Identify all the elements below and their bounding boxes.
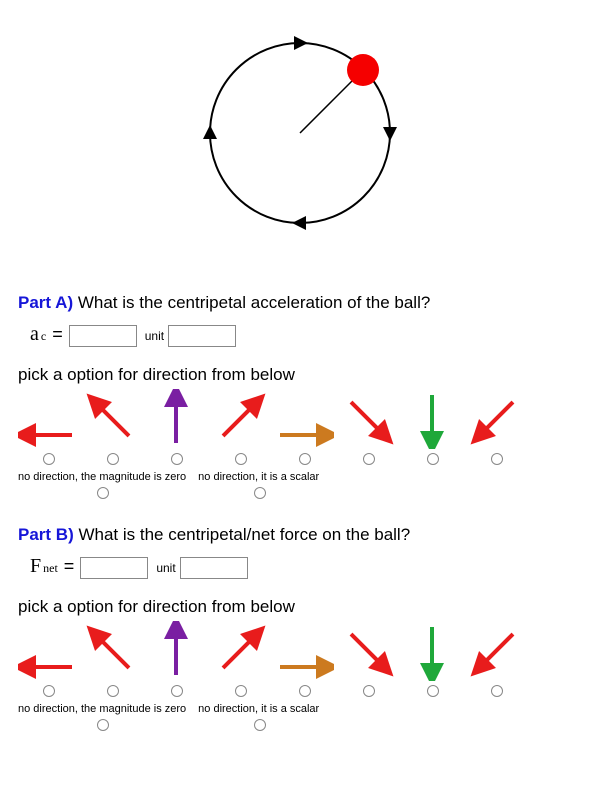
arrow-down-icon [402,389,462,449]
arrow-up-left-icon [82,621,142,681]
radio-up-left[interactable] [107,453,119,465]
arrow-option-left [18,421,78,465]
part-a-text: What is the centripetal acceleration of … [78,293,430,312]
part-a-text-options: no direction, the magnitude is zero no d… [18,471,582,499]
arrow-down-right-icon [338,389,398,449]
part-b-arrow-options [18,621,582,697]
radio-no-direction-scalar[interactable] [254,719,266,731]
ac-symbol: a [30,323,39,346]
radio-down-right[interactable] [363,685,375,697]
arrow-down-left-icon [466,621,526,681]
fnet-value-input[interactable] [80,557,148,579]
part-b-no-direction-scalar: no direction, it is a scalar [198,703,319,731]
arrow-left-icon [18,421,78,449]
arrow-up-right-icon [210,621,270,681]
arrow-option-up-left [82,389,142,465]
ac-subscript: c [41,329,46,344]
part-b-no-direction-zero: no direction, the magnitude is zero [18,703,186,731]
arrow-option-up [146,389,206,465]
radio-up-right[interactable] [235,685,247,697]
part-a-direction-prompt: pick a option for direction from below [18,365,582,385]
radio-left[interactable] [43,685,55,697]
radio-up-left[interactable] [107,685,119,697]
arrow-option-up [146,621,206,697]
arrow-option-down [402,621,462,697]
radio-up[interactable] [171,685,183,697]
arrow-option-right [274,421,334,465]
arrow-option-up-right [210,389,270,465]
radio-no-direction-scalar[interactable] [254,487,266,499]
arrow-up-right-icon [210,389,270,449]
arrow-option-down-right [338,389,398,465]
arrow-up-icon [146,621,206,681]
arrow-right-icon [274,421,334,449]
radio-up[interactable] [171,453,183,465]
part-b-question: Part B) What is the centripetal/net forc… [18,525,582,545]
ac-value-input[interactable] [69,325,137,347]
radio-right[interactable] [299,685,311,697]
radio-right[interactable] [299,453,311,465]
radio-down[interactable] [427,685,439,697]
arrow-option-up-left [82,621,142,697]
unit-label: unit [156,561,175,575]
circle-svg [185,18,415,248]
part-a-input-row: ac = unit [30,323,582,347]
arrow-option-down-left [466,621,526,697]
radio-no-direction-zero[interactable] [97,487,109,499]
ac-unit-input[interactable] [168,325,236,347]
radio-no-direction-zero[interactable] [97,719,109,731]
part-a-no-direction-zero: no direction, the magnitude is zero [18,471,186,499]
part-b-text-options: no direction, the magnitude is zero no d… [18,703,582,731]
part-a-question: Part A) What is the centripetal accelera… [18,293,582,313]
fnet-unit-input[interactable] [180,557,248,579]
radio-left[interactable] [43,453,55,465]
radio-up-right[interactable] [235,453,247,465]
radio-down-left[interactable] [491,453,503,465]
arrow-up-left-icon [82,389,142,449]
equals-sign: = [64,556,75,577]
arrow-option-down-left [466,389,526,465]
part-a-no-direction-scalar: no direction, it is a scalar [198,471,319,499]
arrow-up-icon [146,389,206,449]
part-b-input-row: Fnet = unit [30,555,582,579]
arrow-option-up-right [210,621,270,697]
part-b-text: What is the centripetal/net force on the… [78,525,410,544]
circular-motion-diagram [18,18,582,253]
radio-down-left[interactable] [491,685,503,697]
part-b-direction-prompt: pick a option for direction from below [18,597,582,617]
arrow-left-icon [18,653,78,681]
arrow-option-left [18,653,78,697]
arrow-option-right [274,653,334,697]
arrow-down-right-icon [338,621,398,681]
part-b-label: Part B) [18,525,74,544]
unit-label: unit [145,329,164,343]
equals-sign: = [52,324,63,345]
arrow-down-icon [402,621,462,681]
radio-down-right[interactable] [363,453,375,465]
arrow-option-down-right [338,621,398,697]
radio-down[interactable] [427,453,439,465]
part-a-arrow-options [18,389,582,465]
arrow-right-icon [274,653,334,681]
arrow-down-left-icon [466,389,526,449]
fnet-symbol: F [30,555,41,578]
fnet-subscript: net [43,561,58,576]
arrow-option-down [402,389,462,465]
part-a-label: Part A) [18,293,73,312]
